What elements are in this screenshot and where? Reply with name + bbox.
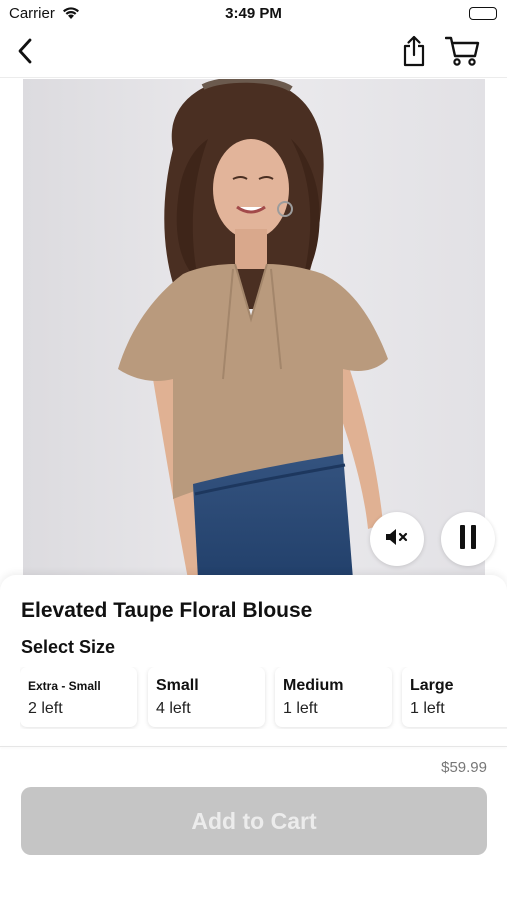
- divider: [0, 746, 507, 747]
- nav-bar: [0, 28, 507, 78]
- size-option-extra-small[interactable]: Extra - Small 2 left: [20, 667, 137, 727]
- product-title: Elevated Taupe Floral Blouse: [21, 599, 313, 622]
- size-name: Large: [410, 677, 454, 694]
- price: $59.99: [441, 759, 487, 776]
- size-stock: 1 left: [410, 700, 445, 717]
- clock: 3:49 PM: [225, 5, 282, 22]
- size-selector: Extra - Small 2 left Small 4 left Medium…: [20, 667, 507, 729]
- share-icon: [401, 35, 427, 72]
- size-option-small[interactable]: Small 4 left: [148, 667, 265, 727]
- size-stock: 4 left: [156, 700, 191, 717]
- size-name: Extra - Small: [28, 679, 101, 693]
- mute-button[interactable]: [370, 512, 424, 566]
- cart-icon: [444, 35, 481, 72]
- cart-button[interactable]: [444, 36, 482, 70]
- back-button[interactable]: [10, 36, 40, 70]
- chevron-left-icon: [17, 38, 33, 69]
- speaker-muted-icon: [384, 527, 410, 552]
- pause-button[interactable]: [441, 512, 495, 566]
- model-image: [23, 79, 485, 579]
- status-bar: Carrier 3:49 PM: [0, 0, 507, 28]
- battery-icon: [469, 7, 497, 20]
- pause-icon: [457, 523, 479, 556]
- select-size-label: Select Size: [21, 637, 116, 657]
- size-stock: 1 left: [283, 700, 318, 717]
- size-name: Small: [156, 677, 199, 694]
- add-to-cart-button[interactable]: Add to Cart: [21, 787, 487, 855]
- size-option-large[interactable]: Large 1 left: [402, 667, 507, 727]
- product-video[interactable]: [23, 79, 485, 579]
- size-stock: 2 left: [28, 700, 63, 717]
- share-button[interactable]: [398, 35, 430, 71]
- product-sheet: Elevated Taupe Floral Blouse Select Size…: [0, 575, 507, 900]
- size-name: Medium: [283, 677, 344, 694]
- size-option-medium[interactable]: Medium 1 left: [275, 667, 392, 727]
